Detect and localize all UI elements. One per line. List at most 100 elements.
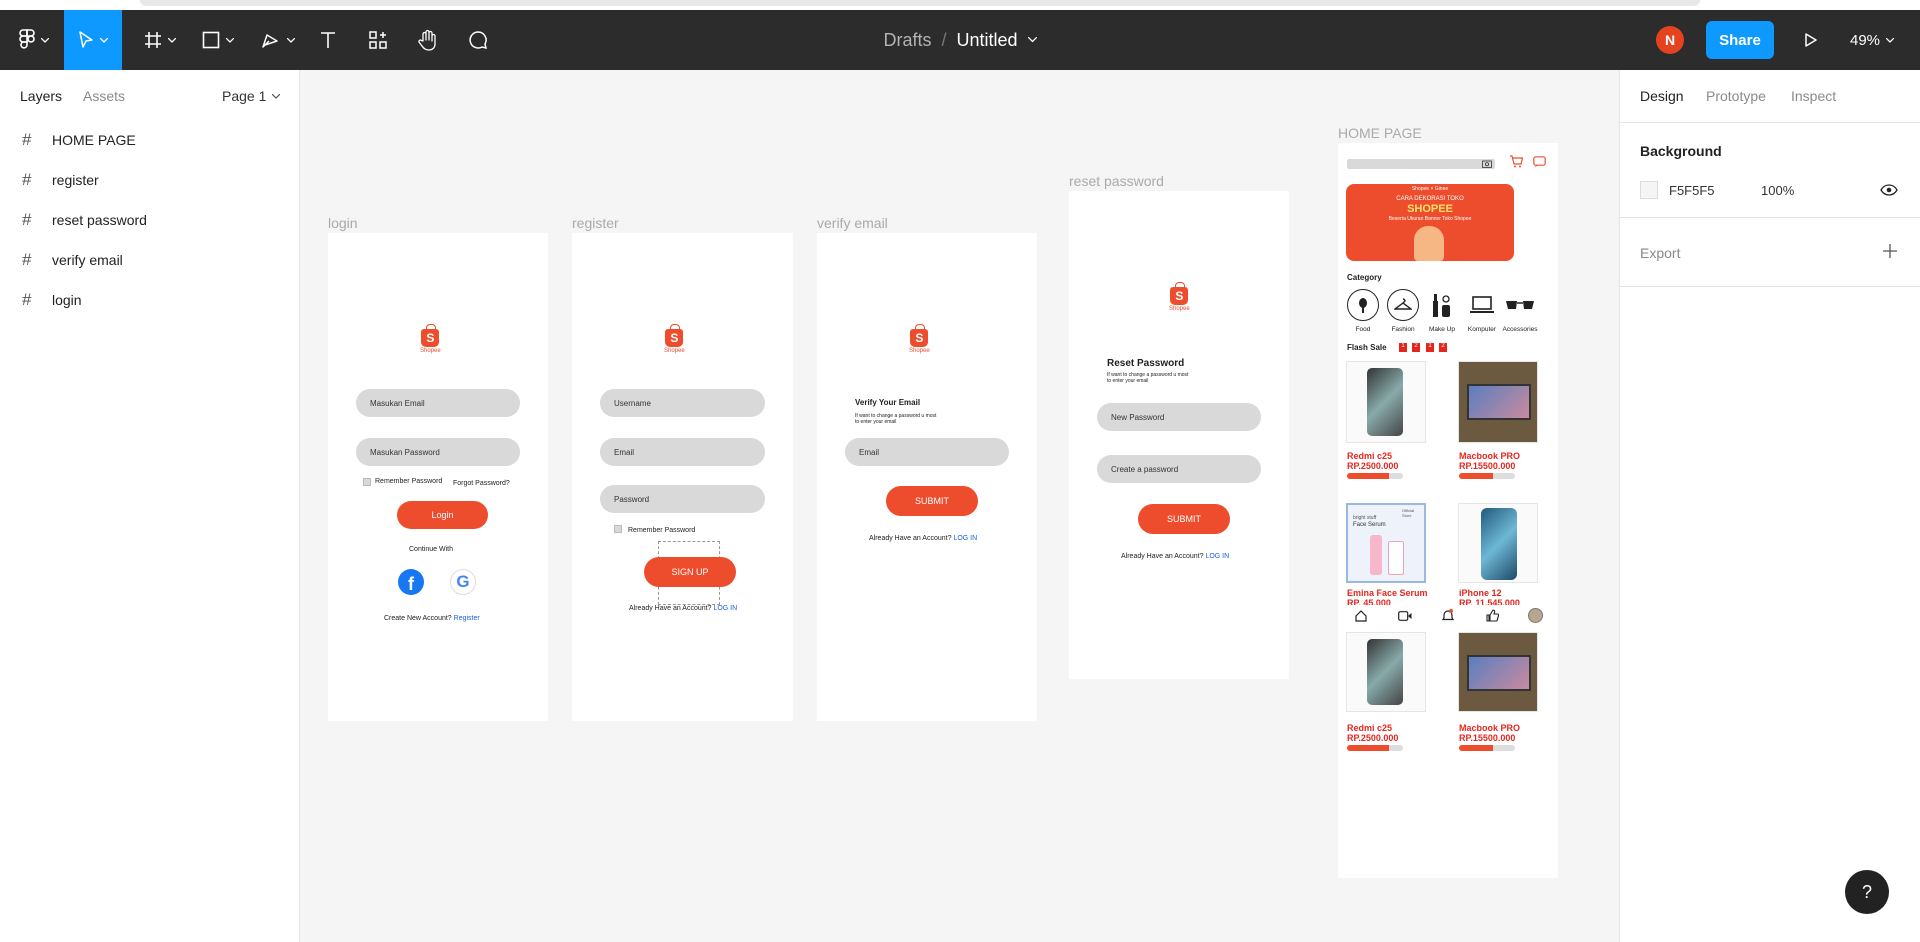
frame-home-page[interactable]: Shopee × Ginee CARA DEKORASI TOKO SHOPEE… — [1338, 143, 1558, 878]
google-icon[interactable]: G — [450, 569, 476, 595]
product-image[interactable]: bright stuff Face Serum Official Store — [1346, 503, 1426, 583]
forgot-password-link[interactable]: Forgot Password? — [453, 480, 510, 487]
layer-label: HOME PAGE — [52, 132, 136, 148]
login-link[interactable]: LOG IN — [953, 535, 977, 542]
serum-bottle-image — [1370, 535, 1382, 575]
password-field[interactable]: Masukan Password — [356, 438, 520, 466]
tab-inspect[interactable]: Inspect — [1791, 88, 1836, 104]
banner-brands: Shopee × Ginee — [1411, 186, 1449, 192]
video-icon[interactable] — [1398, 611, 1412, 621]
sold-progress-bar — [1347, 745, 1403, 751]
signup-button[interactable]: SIGN UP — [644, 557, 736, 587]
move-tool-button[interactable] — [64, 10, 122, 70]
profile-avatar[interactable] — [1528, 608, 1543, 623]
frame-label-reset-password[interactable]: reset password — [1069, 173, 1164, 189]
frame-label-home-page[interactable]: HOME PAGE — [1338, 125, 1422, 141]
resources-tool-button[interactable] — [360, 10, 396, 70]
facebook-icon[interactable]: f — [398, 569, 424, 595]
background-hex-input[interactable]: F5F5F5 — [1669, 183, 1715, 198]
tab-prototype[interactable]: Prototype — [1706, 88, 1766, 104]
present-button[interactable] — [1796, 10, 1826, 70]
share-button[interactable]: Share — [1706, 21, 1774, 59]
breadcrumb-separator: / — [941, 29, 947, 50]
register-link[interactable]: Register — [454, 615, 480, 622]
chat-icon[interactable] — [1533, 156, 1546, 168]
cart-icon[interactable] — [1509, 155, 1523, 168]
tab-assets[interactable]: Assets — [83, 88, 125, 104]
promo-banner[interactable]: Shopee × Ginee CARA DEKORASI TOKO SHOPEE… — [1346, 184, 1514, 261]
frame-reset-password[interactable]: S Shopee Reset Password If want to change… — [1069, 191, 1289, 679]
category-makeup[interactable] — [1426, 289, 1458, 321]
product-image[interactable] — [1458, 361, 1538, 443]
frame-verify-email[interactable]: S Shopee Verify Your Email If want to cha… — [817, 233, 1037, 721]
shape-tool-button[interactable] — [194, 10, 242, 70]
submit-button[interactable]: SUBMIT — [1138, 504, 1230, 534]
frame-label-login[interactable]: login — [328, 215, 358, 231]
rectangle-icon — [202, 31, 220, 49]
remember-checkbox[interactable] — [614, 525, 622, 533]
login-link[interactable]: LOG IN — [1205, 553, 1229, 560]
home-icon[interactable] — [1355, 610, 1367, 622]
layer-verify-email[interactable]: # verify email — [0, 240, 300, 280]
login-button[interactable]: Login — [397, 501, 488, 529]
zoom-control[interactable]: 49% — [1850, 10, 1895, 70]
camera-icon[interactable] — [1482, 159, 1492, 168]
layer-reset-password[interactable]: # reset password — [0, 200, 300, 240]
product-image[interactable] — [1458, 632, 1538, 712]
tab-layers[interactable]: Layers — [20, 88, 62, 104]
help-button[interactable]: ? — [1845, 870, 1889, 914]
page-selector[interactable]: Page 1 — [222, 88, 281, 104]
email-field[interactable]: Masukan Email — [356, 389, 520, 417]
chevron-down-icon[interactable] — [1027, 37, 1037, 43]
category-komputer[interactable] — [1466, 289, 1498, 321]
category-accessories[interactable] — [1504, 289, 1536, 321]
eye-icon[interactable] — [1880, 184, 1898, 196]
chevron-down-icon — [226, 37, 234, 43]
username-field[interactable]: Username — [600, 389, 765, 417]
bell-icon[interactable] — [1442, 609, 1454, 622]
layer-label: verify email — [52, 252, 123, 268]
frame-login[interactable]: S Shopee Masukan Email Masukan Password R… — [328, 233, 548, 721]
comment-tool-button[interactable] — [460, 10, 496, 70]
divider — [1620, 286, 1920, 287]
hand-tool-button[interactable] — [410, 10, 446, 70]
product-image[interactable] — [1346, 632, 1426, 712]
layer-register[interactable]: # register — [0, 160, 300, 200]
frame-register[interactable]: S Shopee Username Email Password Remember… — [572, 233, 793, 721]
thumbs-up-icon[interactable] — [1486, 609, 1499, 622]
password-field[interactable]: Password — [600, 485, 765, 513]
tab-design[interactable]: Design — [1640, 88, 1684, 104]
product-image[interactable] — [1346, 361, 1426, 443]
background-swatch[interactable] — [1640, 181, 1658, 199]
have-account-label: Already Have an Account? — [869, 535, 952, 542]
email-field[interactable]: Email — [600, 438, 765, 466]
remember-checkbox[interactable] — [363, 478, 371, 486]
email-field[interactable]: Email — [845, 438, 1009, 466]
plus-icon[interactable] — [1883, 244, 1897, 258]
layer-login[interactable]: # login — [0, 280, 300, 320]
login-link[interactable]: LOG IN — [713, 605, 737, 612]
shopee-logo: S Shopee — [420, 324, 441, 354]
logo-word: Shopee — [909, 348, 930, 354]
user-avatar[interactable]: N — [1656, 26, 1684, 54]
page-selector-label: Page 1 — [222, 88, 267, 104]
product-image[interactable] — [1458, 503, 1538, 583]
frame-label-verify-email[interactable]: verify email — [817, 215, 888, 231]
pen-tool-button[interactable] — [254, 10, 302, 70]
category-fashion[interactable] — [1387, 289, 1419, 321]
submit-button[interactable]: SUBMIT — [886, 486, 978, 516]
file-title[interactable]: Untitled — [957, 30, 1018, 51]
category-food[interactable] — [1347, 289, 1379, 321]
text-tool-button[interactable] — [310, 10, 346, 70]
breadcrumb-drafts[interactable]: Drafts — [883, 30, 931, 51]
shopping-bag-icon: S — [910, 324, 929, 347]
frame-tool-button[interactable] — [136, 10, 184, 70]
new-password-field[interactable]: New Password — [1097, 403, 1261, 431]
background-opacity-input[interactable]: 100% — [1761, 183, 1794, 198]
layer-label: register — [52, 172, 99, 188]
create-password-field[interactable]: Create a password — [1097, 455, 1261, 483]
frame-label-register[interactable]: register — [572, 215, 619, 231]
main-menu-button[interactable] — [10, 10, 58, 70]
layer-home-page[interactable]: # HOME PAGE — [0, 120, 300, 160]
search-bar[interactable] — [1347, 159, 1495, 169]
